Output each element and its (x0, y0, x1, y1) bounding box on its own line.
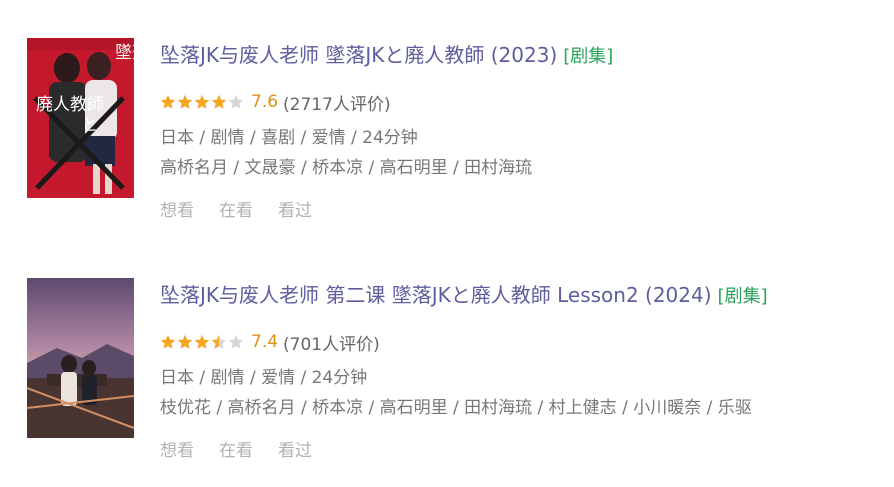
result-item: 坠落JK与废人老师 第二课 墜落JKと廃人教師 Lesson2 (2024) [剧… (0, 240, 894, 461)
poster-art (27, 278, 134, 438)
poster-text-right: 墜落JK (115, 43, 134, 63)
want-to-watch-button[interactable]: 想看 (160, 439, 194, 463)
title-link[interactable]: 坠落JK与废人老师 墜落JKと廃人教師 (2023) (160, 43, 557, 67)
star-icon (177, 334, 193, 349)
rating-score: 7.4 (251, 332, 279, 352)
title-row: 坠落JK与废人老师 墜落JKと廃人教師 (2023) [剧集] (160, 41, 613, 71)
watched-button[interactable]: 看过 (278, 199, 312, 223)
type-tag: [剧集] (563, 46, 614, 67)
poster-text-mid: と (82, 115, 98, 134)
title-row: 坠落JK与废人老师 第二课 墜落JKと廃人教師 Lesson2 (2024) [剧… (160, 281, 768, 311)
star-icon (211, 334, 227, 349)
star-icon (194, 94, 210, 109)
rating-count: (2717人评价) (283, 94, 391, 115)
star-icon (228, 334, 244, 349)
action-buttons: 想看 在看 看过 (160, 439, 337, 463)
star-icon (160, 334, 176, 349)
star-icon (177, 94, 193, 109)
poster-art: 廃人教師 と 墜落JK (27, 38, 134, 198)
star-icon (160, 94, 176, 109)
genre-info: 日本 / 剧情 / 爱情 / 24分钟 (160, 368, 368, 388)
star-rating (160, 334, 245, 350)
cast-info: 高桥名月 / 文晟豪 / 桥本凉 / 高石明里 / 田村海琉 (160, 158, 533, 178)
rating-row: 7.4 (701人评价) (160, 329, 380, 355)
genre-info: 日本 / 剧情 / 喜剧 / 爱情 / 24分钟 (160, 128, 418, 148)
poster-text-left: 廃人教師 (36, 95, 104, 115)
star-icon (194, 334, 210, 349)
watching-button[interactable]: 在看 (219, 439, 253, 463)
rating-score: 7.6 (251, 92, 279, 112)
star-icon (211, 94, 227, 109)
search-result-list: 廃人教師 と 墜落JK 坠落JK与废人老师 墜落JKと廃人教師 (2023) [剧… (0, 0, 894, 487)
action-buttons: 想看 在看 看过 (160, 199, 337, 223)
cast-info: 枝优花 / 高桥名月 / 桥本凉 / 高石明里 / 田村海琉 / 村上健志 / … (160, 398, 752, 418)
type-tag: [剧集] (717, 286, 768, 307)
title-link[interactable]: 坠落JK与废人老师 第二课 墜落JKと廃人教師 Lesson2 (2024) (160, 283, 712, 307)
result-item: 廃人教師 と 墜落JK 坠落JK与废人老师 墜落JKと廃人教師 (2023) [剧… (0, 0, 894, 221)
star-rating (160, 94, 245, 110)
star-icon (228, 94, 244, 109)
rating-count: (701人评价) (283, 334, 380, 355)
poster-image[interactable]: 廃人教師 と 墜落JK (27, 38, 134, 198)
watched-button[interactable]: 看过 (278, 439, 312, 463)
want-to-watch-button[interactable]: 想看 (160, 199, 194, 223)
watching-button[interactable]: 在看 (219, 199, 253, 223)
rating-row: 7.6 (2717人评价) (160, 89, 391, 115)
poster-image[interactable] (27, 278, 134, 438)
